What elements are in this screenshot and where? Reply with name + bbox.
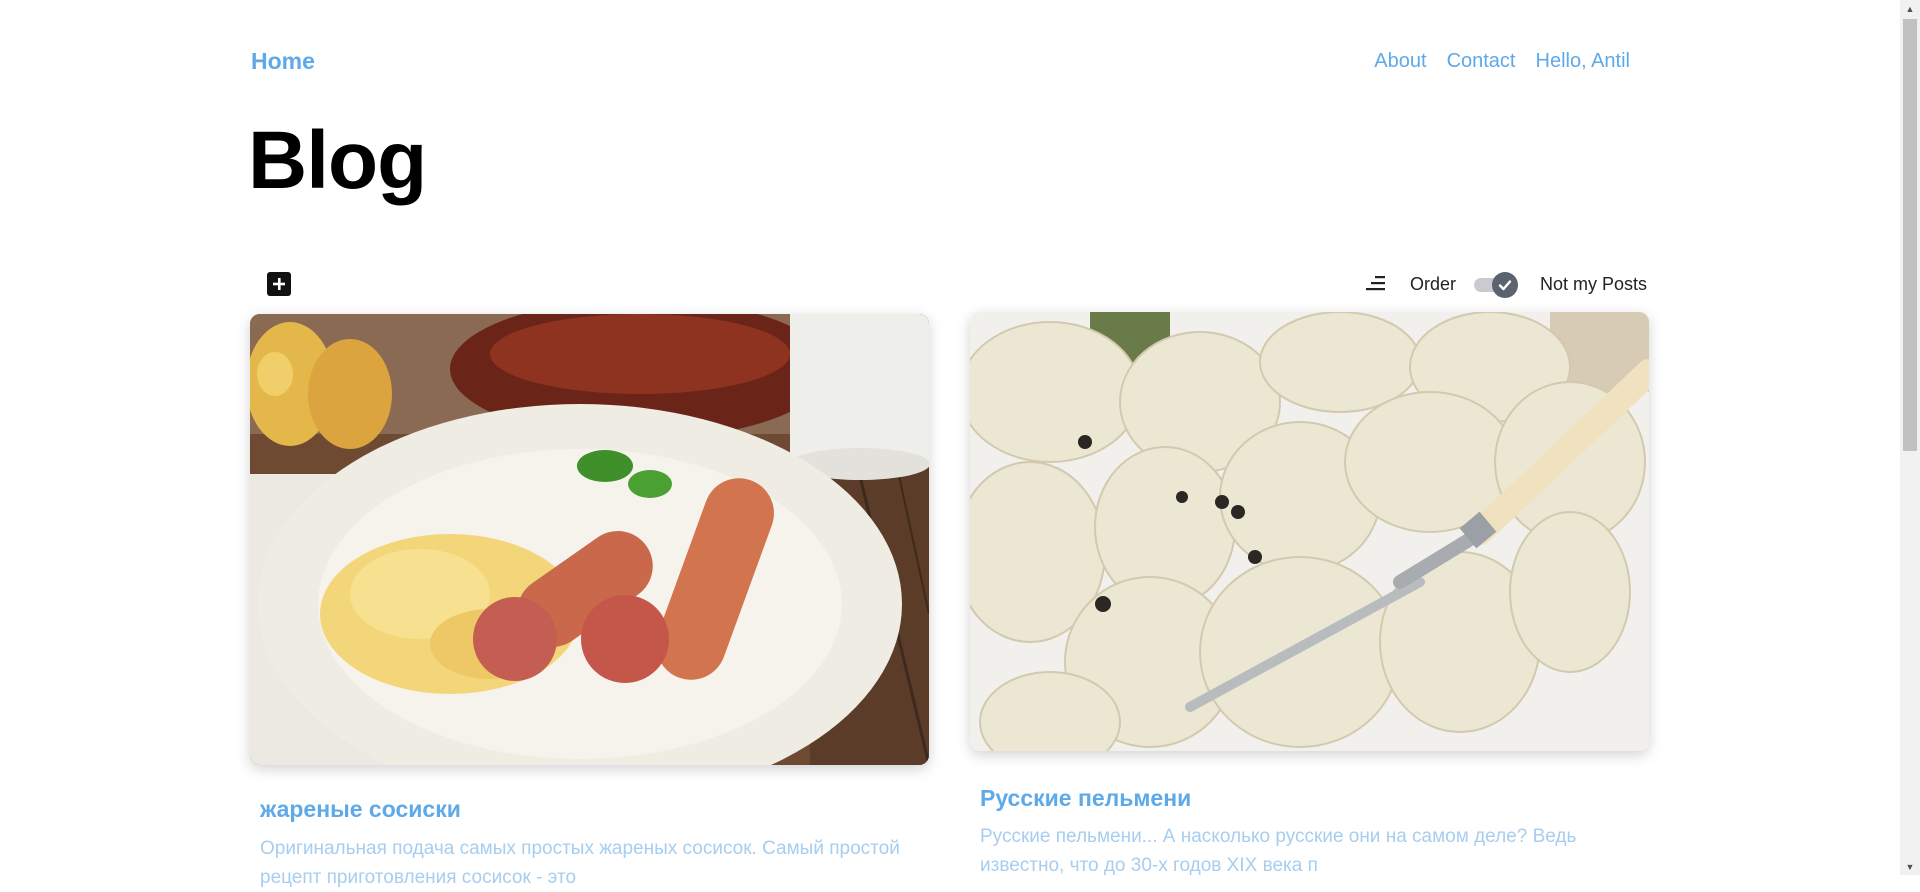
russian-dumplings-photo	[970, 312, 1649, 751]
post-title[interactable]: жареные сосиски	[260, 796, 461, 823]
post-card[interactable]: жареные сосиски Оригинальная подача самы…	[250, 314, 930, 888]
plus-square-icon	[273, 278, 285, 290]
top-nav: About Contact Hello, Antil	[1374, 50, 1630, 73]
page-title: Blog	[248, 115, 427, 206]
scrollbar-thumb[interactable]	[1903, 19, 1917, 451]
scroll-down-arrow-icon[interactable]: ▼	[1900, 858, 1920, 875]
sort-lines-icon[interactable]	[1364, 274, 1388, 294]
add-post-button[interactable]	[267, 272, 291, 296]
post-excerpt: Русские пельмени... А насколько русские …	[980, 826, 1577, 876]
toggle-knob	[1492, 272, 1518, 298]
nav-about-link[interactable]: About	[1374, 50, 1426, 73]
post-excerpt: Оригинальная подача самых простых жарены…	[260, 838, 900, 888]
order-toggle[interactable]	[1472, 270, 1520, 298]
nav-contact-link[interactable]: Contact	[1447, 50, 1516, 73]
post-card[interactable]: Русские пельмени Русские пельмени... А н…	[970, 312, 1650, 876]
post-image[interactable]	[970, 312, 1649, 751]
nav-user-greeting-link[interactable]: Hello, Antil	[1536, 50, 1631, 73]
order-label: Order	[1410, 274, 1457, 294]
post-image[interactable]	[250, 314, 929, 765]
not-my-posts-label: Not my Posts	[1540, 274, 1648, 294]
fried-sausages-photo	[250, 314, 929, 765]
checkmark-icon	[1498, 280, 1512, 291]
page: Home About Contact Hello, Antil Blog Ord…	[0, 0, 1900, 888]
scroll-up-arrow-icon[interactable]: ▲	[1900, 0, 1920, 17]
vertical-scrollbar[interactable]: ▲ ▼	[1900, 0, 1920, 875]
home-link[interactable]: Home	[251, 48, 315, 75]
post-title[interactable]: Русские пельмени	[980, 785, 1191, 812]
